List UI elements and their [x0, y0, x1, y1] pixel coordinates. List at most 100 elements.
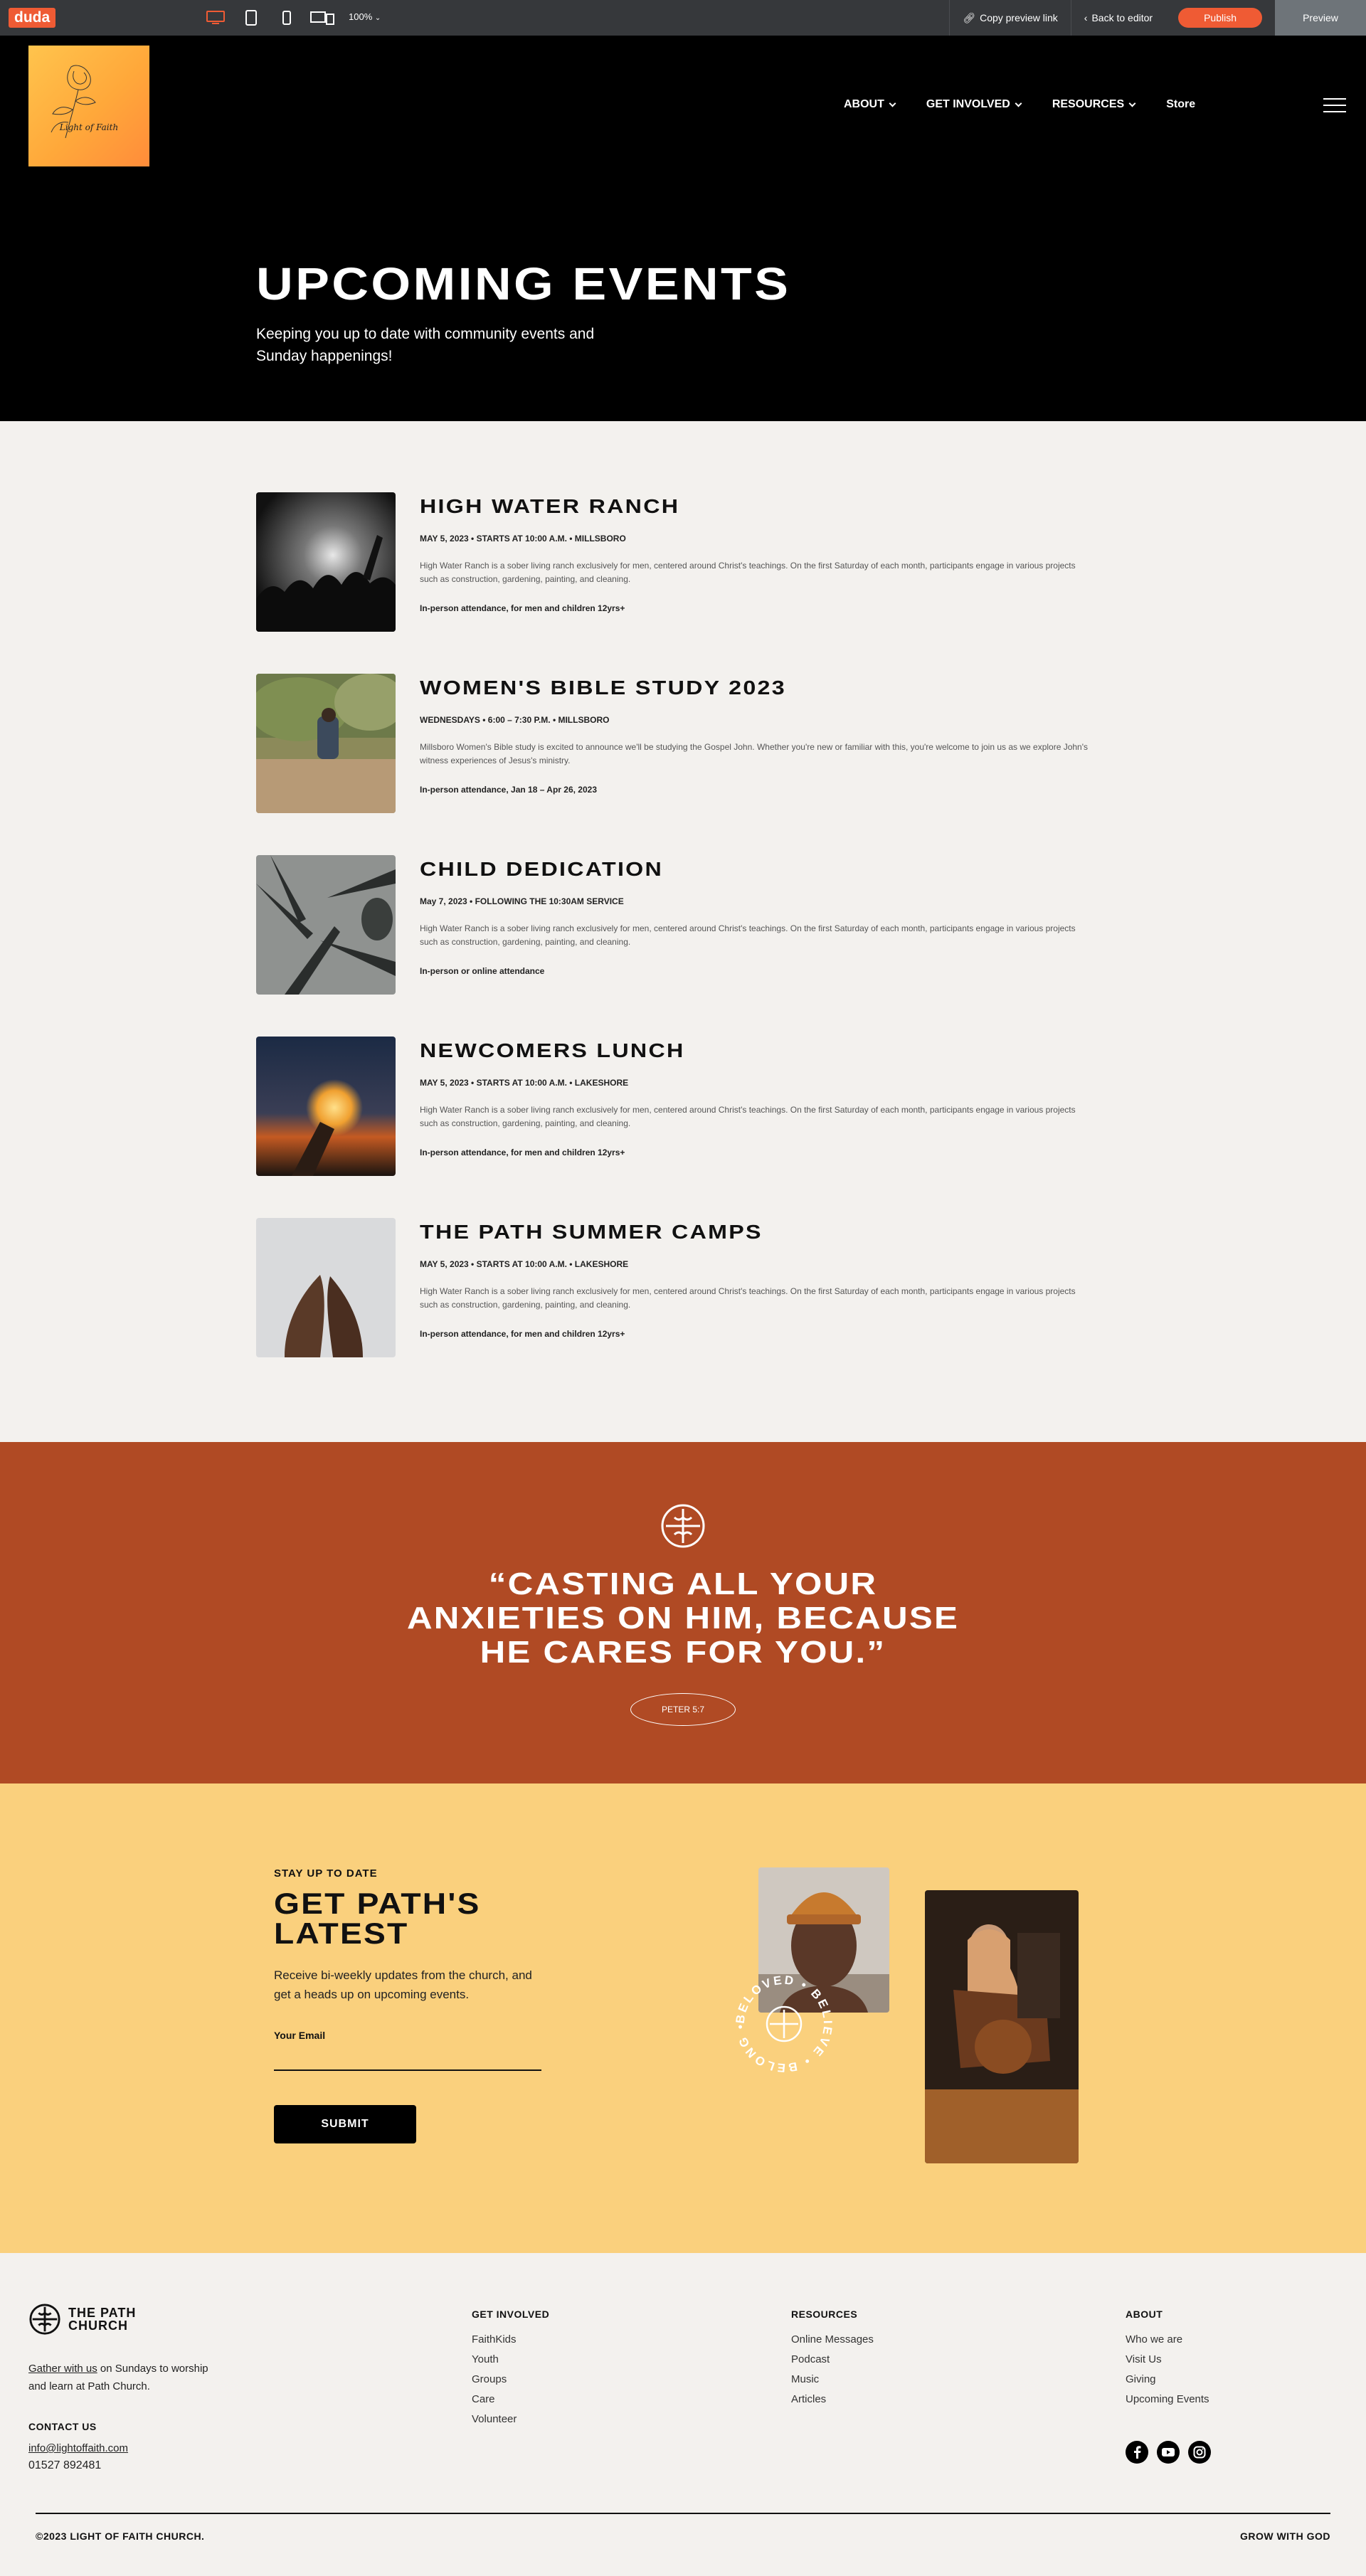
event-item: WOMEN'S BIBLE STUDY 2023 WEDNESDAYS • 6:…: [256, 674, 1110, 813]
submit-button[interactable]: SUBMIT: [274, 2105, 416, 2143]
footer-link[interactable]: Care: [472, 2390, 549, 2410]
gather-link[interactable]: Gather with us: [28, 2363, 97, 2375]
event-image-praying-hands[interactable]: [256, 1218, 396, 1357]
event-item: HIGH WATER RANCH MAY 5, 2023 • STARTS AT…: [256, 492, 1110, 632]
footer-link[interactable]: Visit Us: [1126, 2350, 1209, 2370]
cross-emblem-icon: [766, 2005, 803, 2042]
page-title: UPCOMING EVENTS: [256, 258, 791, 309]
nav-item-get-involved[interactable]: GET INVOLVED: [926, 98, 1022, 111]
hamburger-menu-icon[interactable]: [1323, 98, 1346, 112]
site-header: Light of Faith ABOUT GET INVOLVED RESOUR…: [0, 36, 1366, 421]
mobile-view-icon[interactable]: [273, 6, 300, 29]
device-switcher: [202, 6, 336, 29]
cross-emblem-icon: [29, 2304, 60, 2335]
footer-column-heading: RESOURCES: [791, 2309, 858, 2320]
events-list: HIGH WATER RANCH MAY 5, 2023 • STARTS AT…: [0, 421, 1366, 1442]
chevron-down-icon: [889, 100, 896, 107]
footer-link[interactable]: FaithKids: [472, 2330, 549, 2350]
chevron-down-icon: [1128, 100, 1136, 107]
footer-column-about: ABOUT Who we are Visit Us Giving Upcomin…: [1126, 2309, 1209, 2410]
event-meta: WEDNESDAYS • 6:00 – 7:30 P.M. • MILLSBOR…: [420, 715, 610, 725]
footer-divider: [36, 2513, 1330, 2514]
event-image-lights-hand[interactable]: [256, 1037, 396, 1176]
site-logo[interactable]: Light of Faith: [28, 46, 149, 166]
newsletter-section: STAY UP TO DATE GET PATH'S LATEST Receiv…: [0, 1783, 1366, 2253]
footer-link[interactable]: Upcoming Events: [1126, 2390, 1209, 2410]
footer-link[interactable]: Youth: [472, 2350, 549, 2370]
footer-slogan: GROW WITH GOD: [1239, 2530, 1330, 2542]
nav-item-store[interactable]: Store: [1166, 98, 1195, 111]
logo-script-text: Light of Faith: [59, 122, 119, 132]
footer-column-heading: ABOUT: [1126, 2309, 1163, 2320]
nav-item-resources[interactable]: RESOURCES: [1052, 98, 1136, 111]
multi-device-view-icon[interactable]: [309, 6, 336, 29]
social-links: [1126, 2441, 1211, 2464]
contact-email-link[interactable]: info@lightoffaith.com: [28, 2442, 128, 2454]
footer-logo-line1: THE PATH: [68, 2306, 137, 2320]
newsletter-title: GET PATH'S LATEST: [274, 1887, 481, 1950]
email-field[interactable]: [274, 2045, 541, 2071]
guitar-photo: [925, 1890, 1079, 2163]
email-label: Your Email: [274, 2030, 326, 2041]
back-to-editor-button[interactable]: ‹ Back to editor: [1070, 0, 1165, 36]
event-description: High Water Ranch is a sober living ranch…: [420, 561, 1076, 584]
event-title[interactable]: WOMEN'S BIBLE STUDY 2023: [420, 677, 786, 699]
rose-logo-icon: [51, 65, 96, 139]
event-description: High Water Ranch is a sober living ranch…: [420, 923, 1076, 947]
footer-link[interactable]: Volunteer: [472, 2410, 549, 2429]
event-title[interactable]: THE PATH SUMMER CAMPS: [420, 1221, 763, 1244]
footer-link[interactable]: Groups: [472, 2370, 549, 2390]
contact-heading: CONTACT US: [28, 2421, 97, 2432]
youtube-icon[interactable]: [1157, 2441, 1180, 2464]
event-meta: MAY 5, 2023 • STARTS AT 10:00 A.M. • LAK…: [420, 1078, 629, 1088]
event-description: High Water Ranch is a sober living ranch…: [420, 1105, 1076, 1128]
copy-preview-link-button[interactable]: 🔗︎ Copy preview link: [949, 0, 1071, 36]
cross-emblem-icon: [661, 1504, 705, 1548]
event-description: Millsboro Women's Bible study is excited…: [420, 742, 1089, 765]
zoom-select[interactable]: 100% ⌄: [349, 11, 381, 22]
chevron-left-icon: ‹: [1084, 12, 1088, 23]
copyright: ©2023 LIGHT OF FAITH CHURCH.: [36, 2530, 205, 2542]
event-item: THE PATH SUMMER CAMPS MAY 5, 2023 • STAR…: [256, 1218, 1110, 1357]
event-title[interactable]: NEWCOMERS LUNCH: [420, 1039, 685, 1062]
link-icon: 🔗︎: [963, 11, 976, 23]
footer-link[interactable]: Online Messages: [791, 2330, 874, 2350]
event-meta: May 7, 2023 • FOLLOWING THE 10:30AM SERV…: [420, 896, 624, 906]
footer-link[interactable]: Giving: [1126, 2370, 1209, 2390]
footer-link[interactable]: Who we are: [1126, 2330, 1209, 2350]
facebook-icon[interactable]: [1126, 2441, 1148, 2464]
event-image-palm-shadow[interactable]: [256, 855, 396, 995]
newsletter-eyebrow: STAY UP TO DATE: [274, 1867, 378, 1880]
event-attendance: In-person attendance, for men and childr…: [420, 603, 625, 613]
beloved-believe-belong-badge: BELOVED • BELIEVE • BELONG •: [730, 1970, 838, 2078]
page-subtitle: Keeping you up to date with community ev…: [256, 326, 595, 364]
toolbar-actions: 🔗︎ Copy preview link ‹ Back to editor Pu…: [949, 0, 1366, 59]
tablet-view-icon[interactable]: [238, 6, 265, 29]
footer-link[interactable]: Podcast: [791, 2350, 874, 2370]
event-item: CHILD DEDICATION May 7, 2023 • FOLLOWING…: [256, 855, 1110, 995]
main-nav: ABOUT GET INVOLVED RESOURCES Store: [844, 98, 1195, 111]
contact-phone: 01527 892481: [28, 2459, 102, 2471]
newsletter-body: Receive bi-weekly updates from the churc…: [274, 1968, 532, 2001]
event-image-concert[interactable]: [256, 492, 396, 632]
publish-button[interactable]: Publish: [1178, 8, 1262, 28]
footer-logo[interactable]: THE PATH CHURCH: [28, 2303, 136, 2336]
desktop-view-icon[interactable]: [202, 6, 229, 29]
event-title[interactable]: CHILD DEDICATION: [420, 858, 663, 881]
event-title[interactable]: HIGH WATER RANCH: [420, 495, 679, 518]
nav-item-about[interactable]: ABOUT: [844, 98, 896, 111]
footer-link[interactable]: Articles: [791, 2390, 874, 2410]
event-description: High Water Ranch is a sober living ranch…: [420, 1286, 1076, 1310]
event-meta: MAY 5, 2023 • STARTS AT 10:00 A.M. • LAK…: [420, 1259, 629, 1269]
event-image-swing[interactable]: [256, 674, 396, 813]
duda-logo[interactable]: duda: [9, 8, 56, 28]
event-item: NEWCOMERS LUNCH MAY 5, 2023 • STARTS AT …: [256, 1037, 1110, 1176]
event-attendance: In-person attendance, Jan 18 – Apr 26, 2…: [420, 785, 597, 795]
editor-toolbar: duda 100% ⌄ 🔗︎ Copy preview link ‹ Back …: [0, 0, 1366, 59]
instagram-icon[interactable]: [1188, 2441, 1211, 2464]
footer-link[interactable]: Music: [791, 2370, 874, 2390]
footer-column-get-involved: GET INVOLVED FaithKids Youth Groups Care…: [472, 2309, 549, 2429]
scripture-quote-section: “CASTING ALL YOUR ANXIETIES ON HIM, BECA…: [0, 1442, 1366, 1783]
event-attendance: In-person attendance, for men and childr…: [420, 1147, 625, 1157]
footer-column-heading: GET INVOLVED: [472, 2309, 550, 2320]
